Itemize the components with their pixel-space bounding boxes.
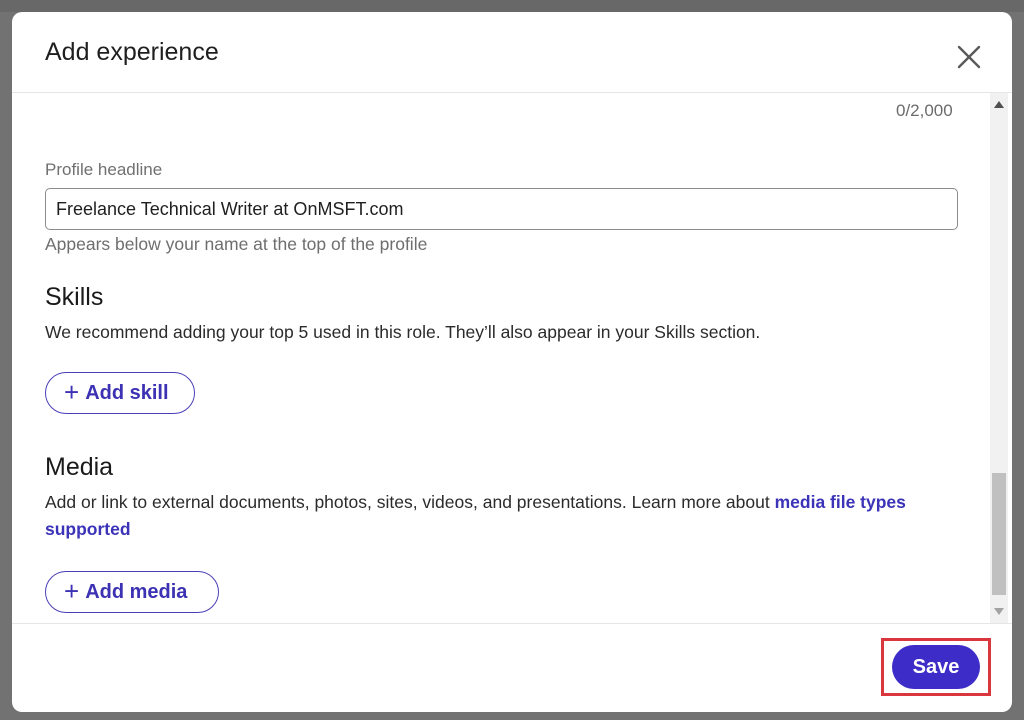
dialog-footer: Save	[12, 623, 1012, 712]
close-icon	[957, 45, 981, 69]
description-char-counter: 0/2,000	[896, 101, 953, 120]
skills-heading: Skills	[45, 283, 104, 311]
dialog-scrollbar[interactable]	[990, 93, 1008, 623]
dialog-header: Add experience	[12, 12, 1012, 93]
scroll-up-arrow-icon[interactable]	[994, 101, 1004, 108]
add-experience-dialog: Add experience 0/2,000 Profile headline …	[12, 12, 1012, 712]
media-heading: Media	[45, 453, 114, 481]
scroll-down-arrow-icon[interactable]	[994, 608, 1004, 615]
plus-icon: +	[64, 575, 80, 606]
plus-icon: +	[64, 376, 80, 407]
profile-headline-helper: Appears below your name at the top of th…	[45, 234, 428, 254]
save-button[interactable]: Save	[892, 645, 980, 689]
skills-description: We recommend adding your top 5 used in t…	[45, 322, 761, 342]
add-skill-button[interactable]: + Add skill	[45, 372, 195, 414]
media-description: Add or link to external documents, photo…	[45, 489, 925, 543]
profile-headline-label: Profile headline	[45, 160, 163, 179]
dialog-title: Add experience	[45, 38, 219, 66]
scrollbar-thumb[interactable]	[992, 473, 1006, 595]
media-description-text: Add or link to external documents, photo…	[45, 492, 775, 512]
close-button[interactable]	[952, 40, 986, 74]
profile-headline-input[interactable]	[45, 188, 958, 230]
dialog-body: 0/2,000 Profile headline Appears below y…	[12, 93, 1012, 623]
add-media-label: Add media	[85, 580, 188, 603]
add-media-button[interactable]: + Add media	[45, 571, 219, 613]
add-skill-label: Add skill	[85, 381, 169, 404]
